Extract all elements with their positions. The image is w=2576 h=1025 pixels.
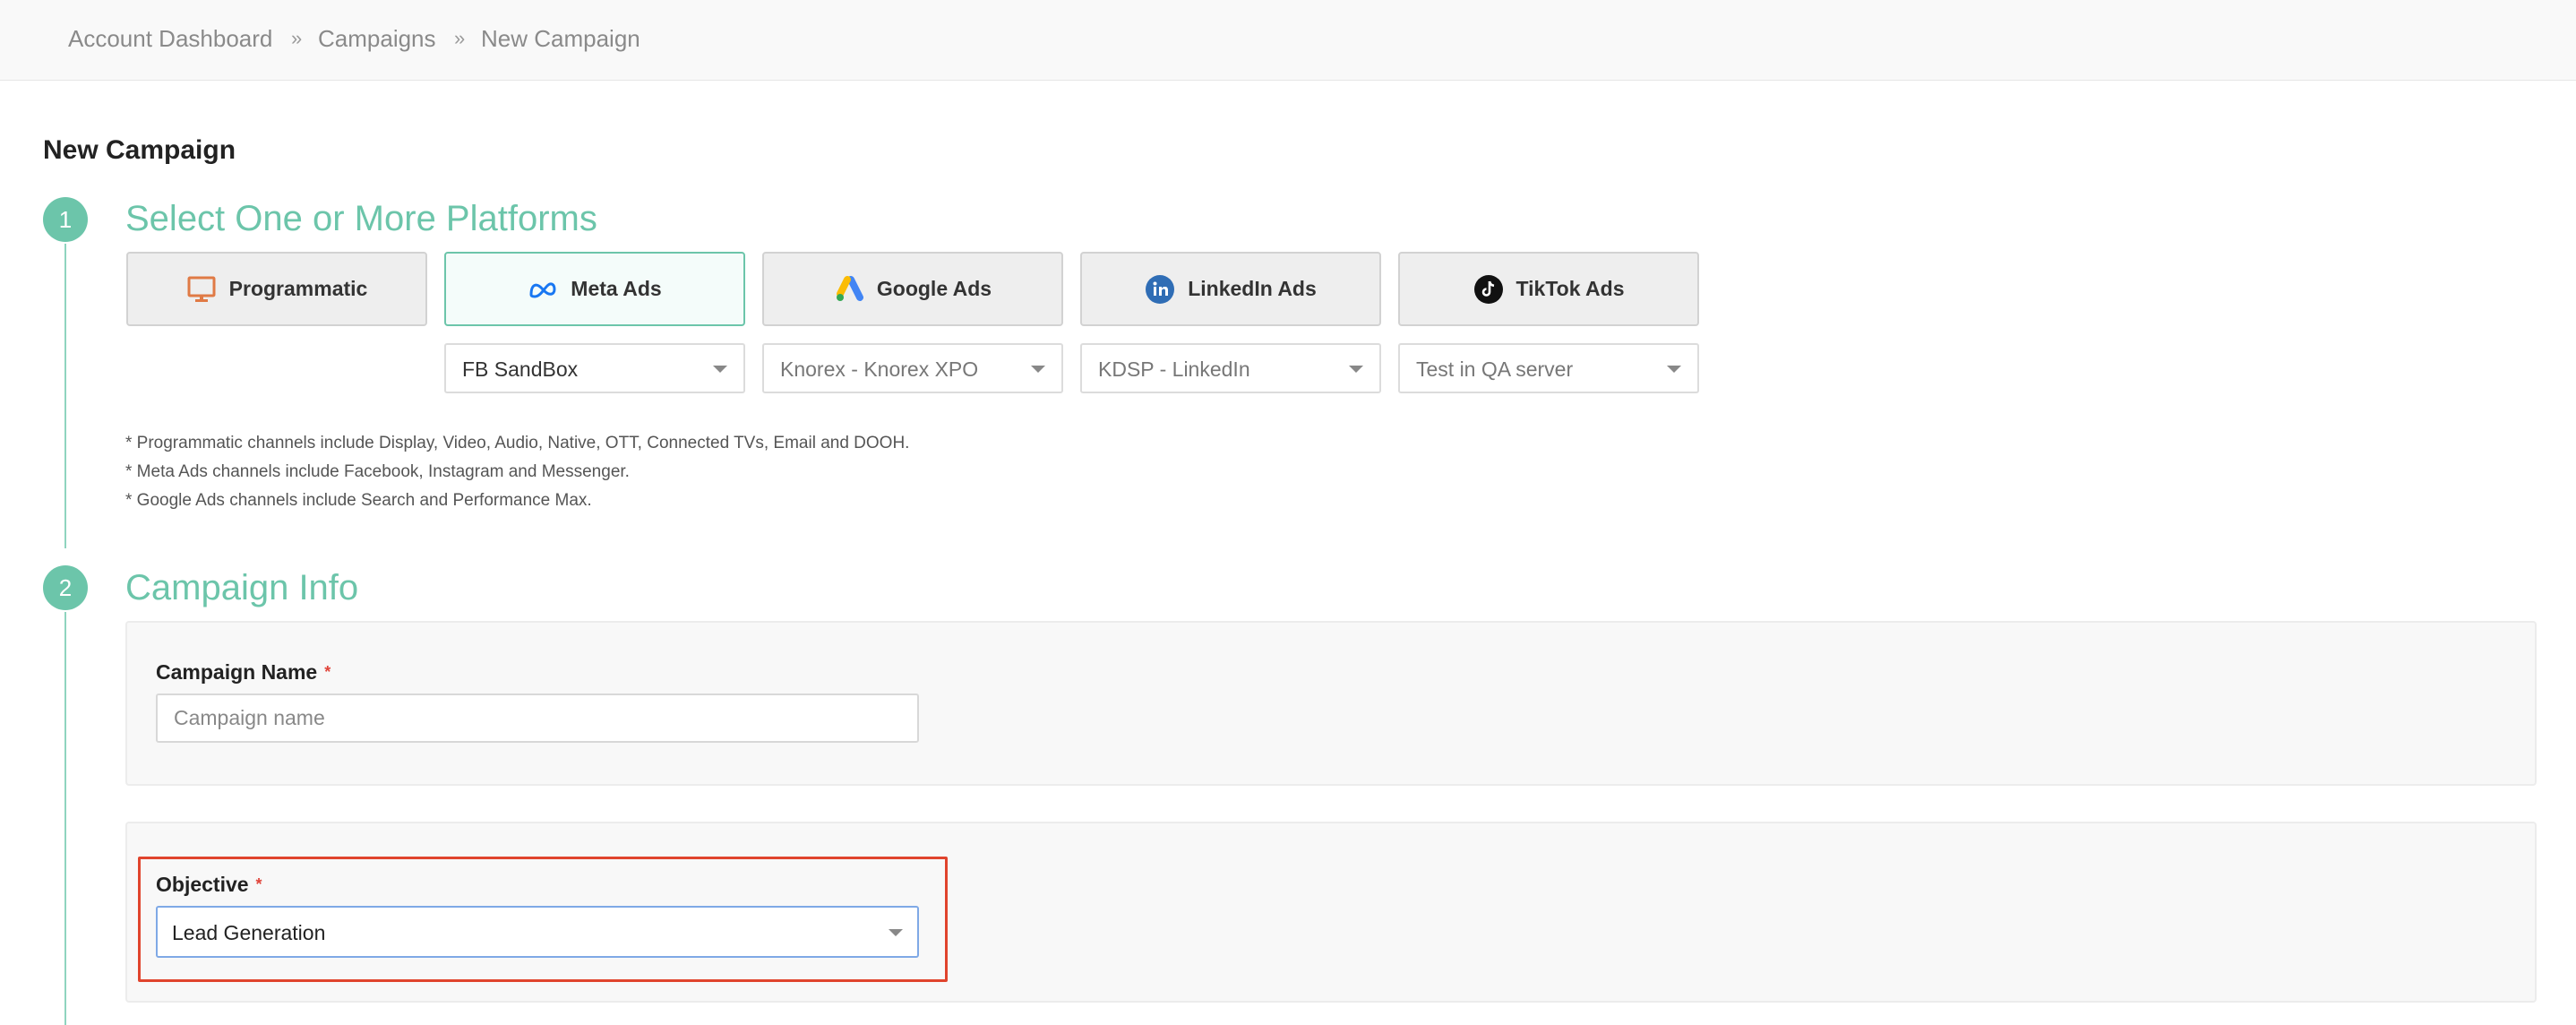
platform-meta-ads-button[interactable]: Meta Ads <box>444 252 745 326</box>
breadcrumb-bar: Account Dashboard » Campaigns » New Camp… <box>0 0 2576 81</box>
tiktok-ads-account-value: Test in QA server <box>1416 357 1574 381</box>
platform-programmatic-button[interactable]: Programmatic <box>126 252 427 326</box>
step-connector-line <box>64 244 66 548</box>
page-title: New Campaign <box>43 135 236 165</box>
google-ads-logo-icon <box>834 274 864 305</box>
step-1-number: 1 <box>43 197 88 242</box>
objective-value: Lead Generation <box>172 921 326 944</box>
tiktok-logo-icon <box>1473 274 1504 305</box>
platform-google-ads-label: Google Ads <box>876 277 992 300</box>
meta-logo-icon <box>528 274 558 305</box>
required-indicator: * <box>255 875 262 893</box>
platform-tiktok-ads-button[interactable]: TikTok Ads <box>1398 252 1699 326</box>
platform-linkedin-ads-label: LinkedIn Ads <box>1188 277 1317 300</box>
monitor-icon <box>186 274 217 305</box>
chevron-down-icon <box>1667 366 1681 373</box>
linkedin-ads-account-value: KDSP - LinkedIn <box>1098 357 1250 381</box>
step-2-number: 2 <box>43 565 88 610</box>
step-2-title: Campaign Info <box>125 568 359 607</box>
campaign-name-input[interactable] <box>156 693 919 743</box>
required-indicator: * <box>324 663 331 681</box>
platform-programmatic-label: Programmatic <box>228 277 368 300</box>
meta-ads-account-value: FB SandBox <box>462 357 579 381</box>
tiktok-ads-account-select[interactable]: Test in QA server <box>1398 343 1699 393</box>
platform-meta-ads-label: Meta Ads <box>571 277 662 300</box>
platform-note-programmatic: * Programmatic channels include Display,… <box>125 434 910 452</box>
step-1-title: Select One or More Platforms <box>125 199 597 238</box>
campaign-name-label: Campaign Name * <box>156 660 331 684</box>
platform-note-meta-ads: * Meta Ads channels include Facebook, In… <box>125 462 630 481</box>
platform-tiktok-ads-label: TikTok Ads <box>1516 277 1625 300</box>
google-ads-account-select[interactable]: Knorex - Knorex XPO <box>762 343 1063 393</box>
step-connector-line <box>64 612 66 1025</box>
chevron-down-icon <box>1031 366 1045 373</box>
breadcrumb-separator: » <box>291 27 303 49</box>
chevron-down-icon <box>713 366 727 373</box>
linkedin-logo-icon <box>1145 274 1175 305</box>
platform-note-google-ads: * Google Ads channels include Search and… <box>125 491 592 510</box>
google-ads-account-value: Knorex - Knorex XPO <box>780 357 979 381</box>
linkedin-ads-account-select[interactable]: KDSP - LinkedIn <box>1080 343 1381 393</box>
breadcrumb-account-dashboard[interactable]: Account Dashboard <box>68 25 272 52</box>
chevron-down-icon <box>1349 366 1363 373</box>
objective-select[interactable]: Lead Generation <box>156 906 919 958</box>
platform-google-ads-button[interactable]: Google Ads <box>762 252 1063 326</box>
objective-label: Objective * <box>156 873 262 896</box>
chevron-down-icon <box>889 929 903 936</box>
platform-linkedin-ads-button[interactable]: LinkedIn Ads <box>1080 252 1381 326</box>
breadcrumb-current-page: New Campaign <box>481 25 640 52</box>
breadcrumb-campaigns[interactable]: Campaigns <box>318 25 436 52</box>
breadcrumb-separator: » <box>454 27 466 49</box>
meta-ads-account-select[interactable]: FB SandBox <box>444 343 745 393</box>
